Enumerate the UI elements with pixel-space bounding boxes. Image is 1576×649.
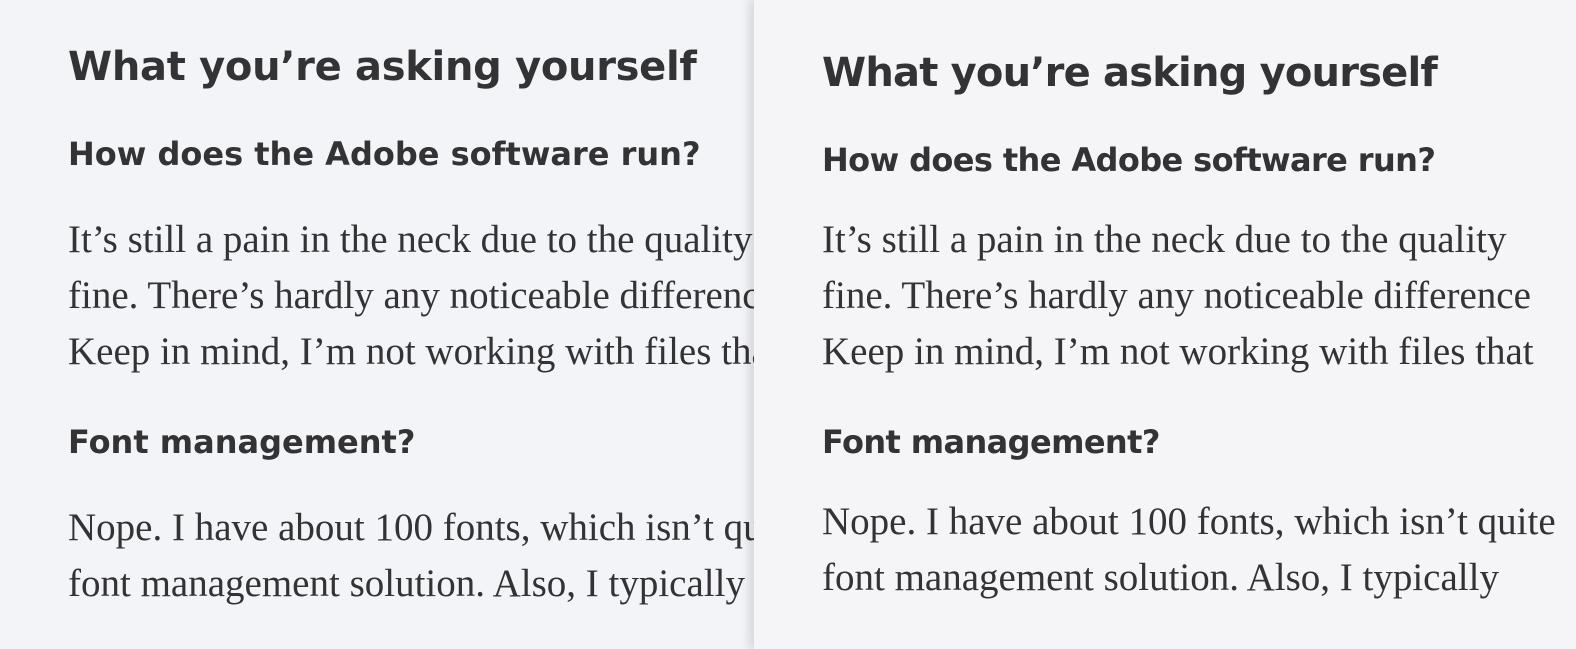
paragraph-line: font management solution. Also, I typica… — [822, 556, 1499, 599]
answer-paragraph: Nope. I have about 100 fonts, which isn’… — [822, 494, 1576, 606]
question-heading: How does the Adobe software run? — [68, 135, 701, 173]
section-heading: What you’re asking yourself — [822, 50, 1438, 96]
left-pane: What you’re asking yourself How does the… — [0, 0, 754, 649]
article-content: What you’re asking yourself How does the… — [68, 38, 754, 612]
paragraph-line: Keep in mind, I’m not working with files… — [822, 330, 1534, 373]
paragraph-line: Nope. I have about 100 fonts, which isn’… — [822, 500, 1556, 543]
paragraph-line: It’s still a pain in the neck due to the… — [68, 218, 753, 261]
article-content: What you’re asking yourself How does the… — [822, 44, 1576, 606]
paragraph-line: Nope. I have about 100 fonts, which isn’… — [68, 506, 754, 549]
paragraph-line: It’s still a pain in the neck due to the… — [822, 218, 1507, 261]
paragraph-line: Keep in mind, I’m not working with files… — [68, 330, 754, 373]
section-heading: What you’re asking yourself — [68, 44, 697, 90]
answer-paragraph: It’s still a pain in the neck due to the… — [68, 212, 754, 380]
paragraph-line: font management solution. Also, I typica… — [68, 562, 745, 605]
right-pane: What you’re asking yourself How does the… — [754, 0, 1576, 649]
question-heading: Font management? — [822, 423, 1160, 461]
paragraph-line: fine. There’s hardly any noticeable diff… — [68, 274, 754, 317]
paragraph-line: fine. There’s hardly any noticeable diff… — [822, 274, 1531, 317]
comparison-view: What you’re asking yourself How does the… — [0, 0, 1576, 649]
question-heading: Font management? — [68, 423, 416, 461]
answer-paragraph: Nope. I have about 100 fonts, which isn’… — [68, 500, 754, 612]
answer-paragraph: It’s still a pain in the neck due to the… — [822, 212, 1576, 380]
question-heading: How does the Adobe software run? — [822, 141, 1436, 179]
